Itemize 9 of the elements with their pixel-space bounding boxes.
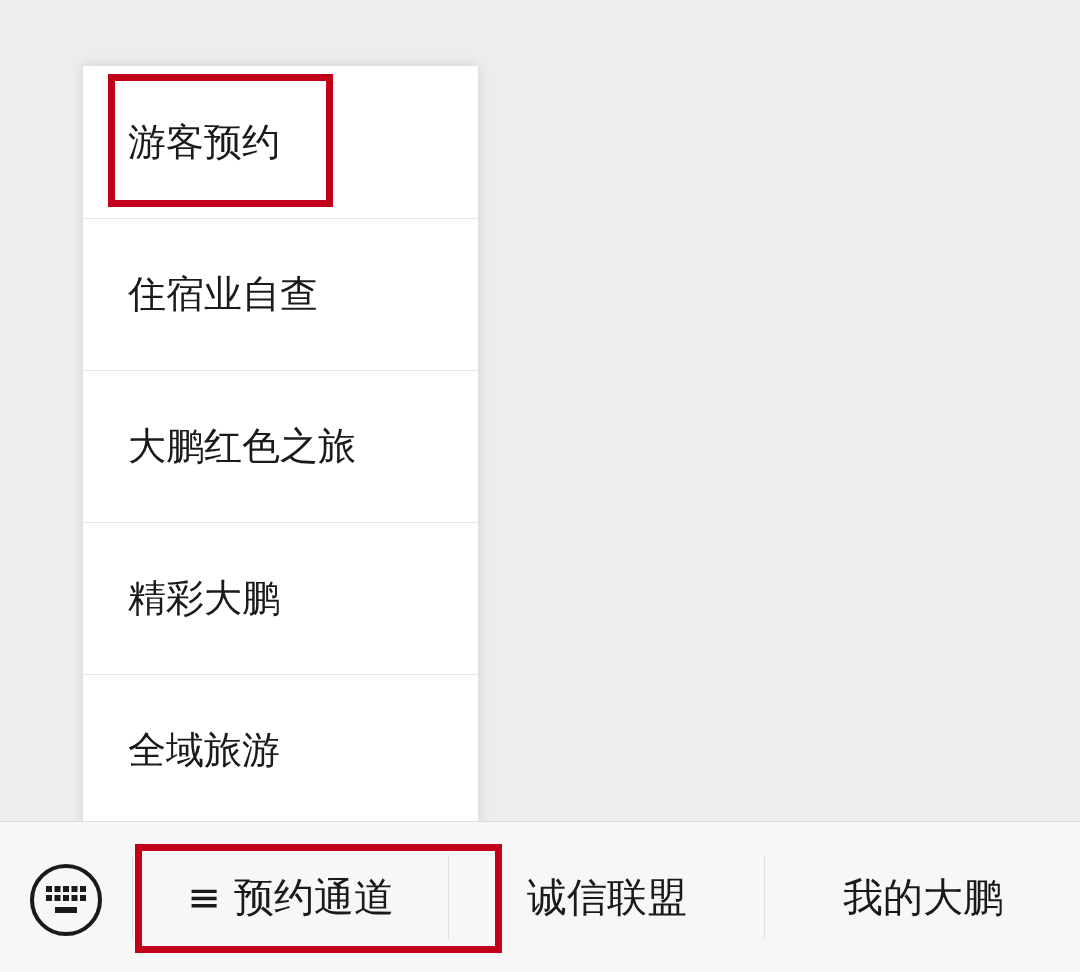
- menu-item[interactable]: 游客预约: [128, 113, 280, 171]
- menu-item[interactable]: 精彩大鹏: [128, 570, 280, 627]
- menu-item[interactable]: 全域旅游: [128, 722, 280, 779]
- menu-tab[interactable]: ≡ 预约通道: [133, 847, 448, 947]
- keyboard-icon[interactable]: [28, 862, 104, 938]
- menu-item[interactable]: 大鹏红色之旅: [128, 418, 356, 475]
- menu-item[interactable]: 住宿业自查: [128, 266, 318, 323]
- menu-tab[interactable]: 诚信联盟: [449, 847, 764, 947]
- menu-tab[interactable]: 我的大鹏: [765, 847, 1080, 947]
